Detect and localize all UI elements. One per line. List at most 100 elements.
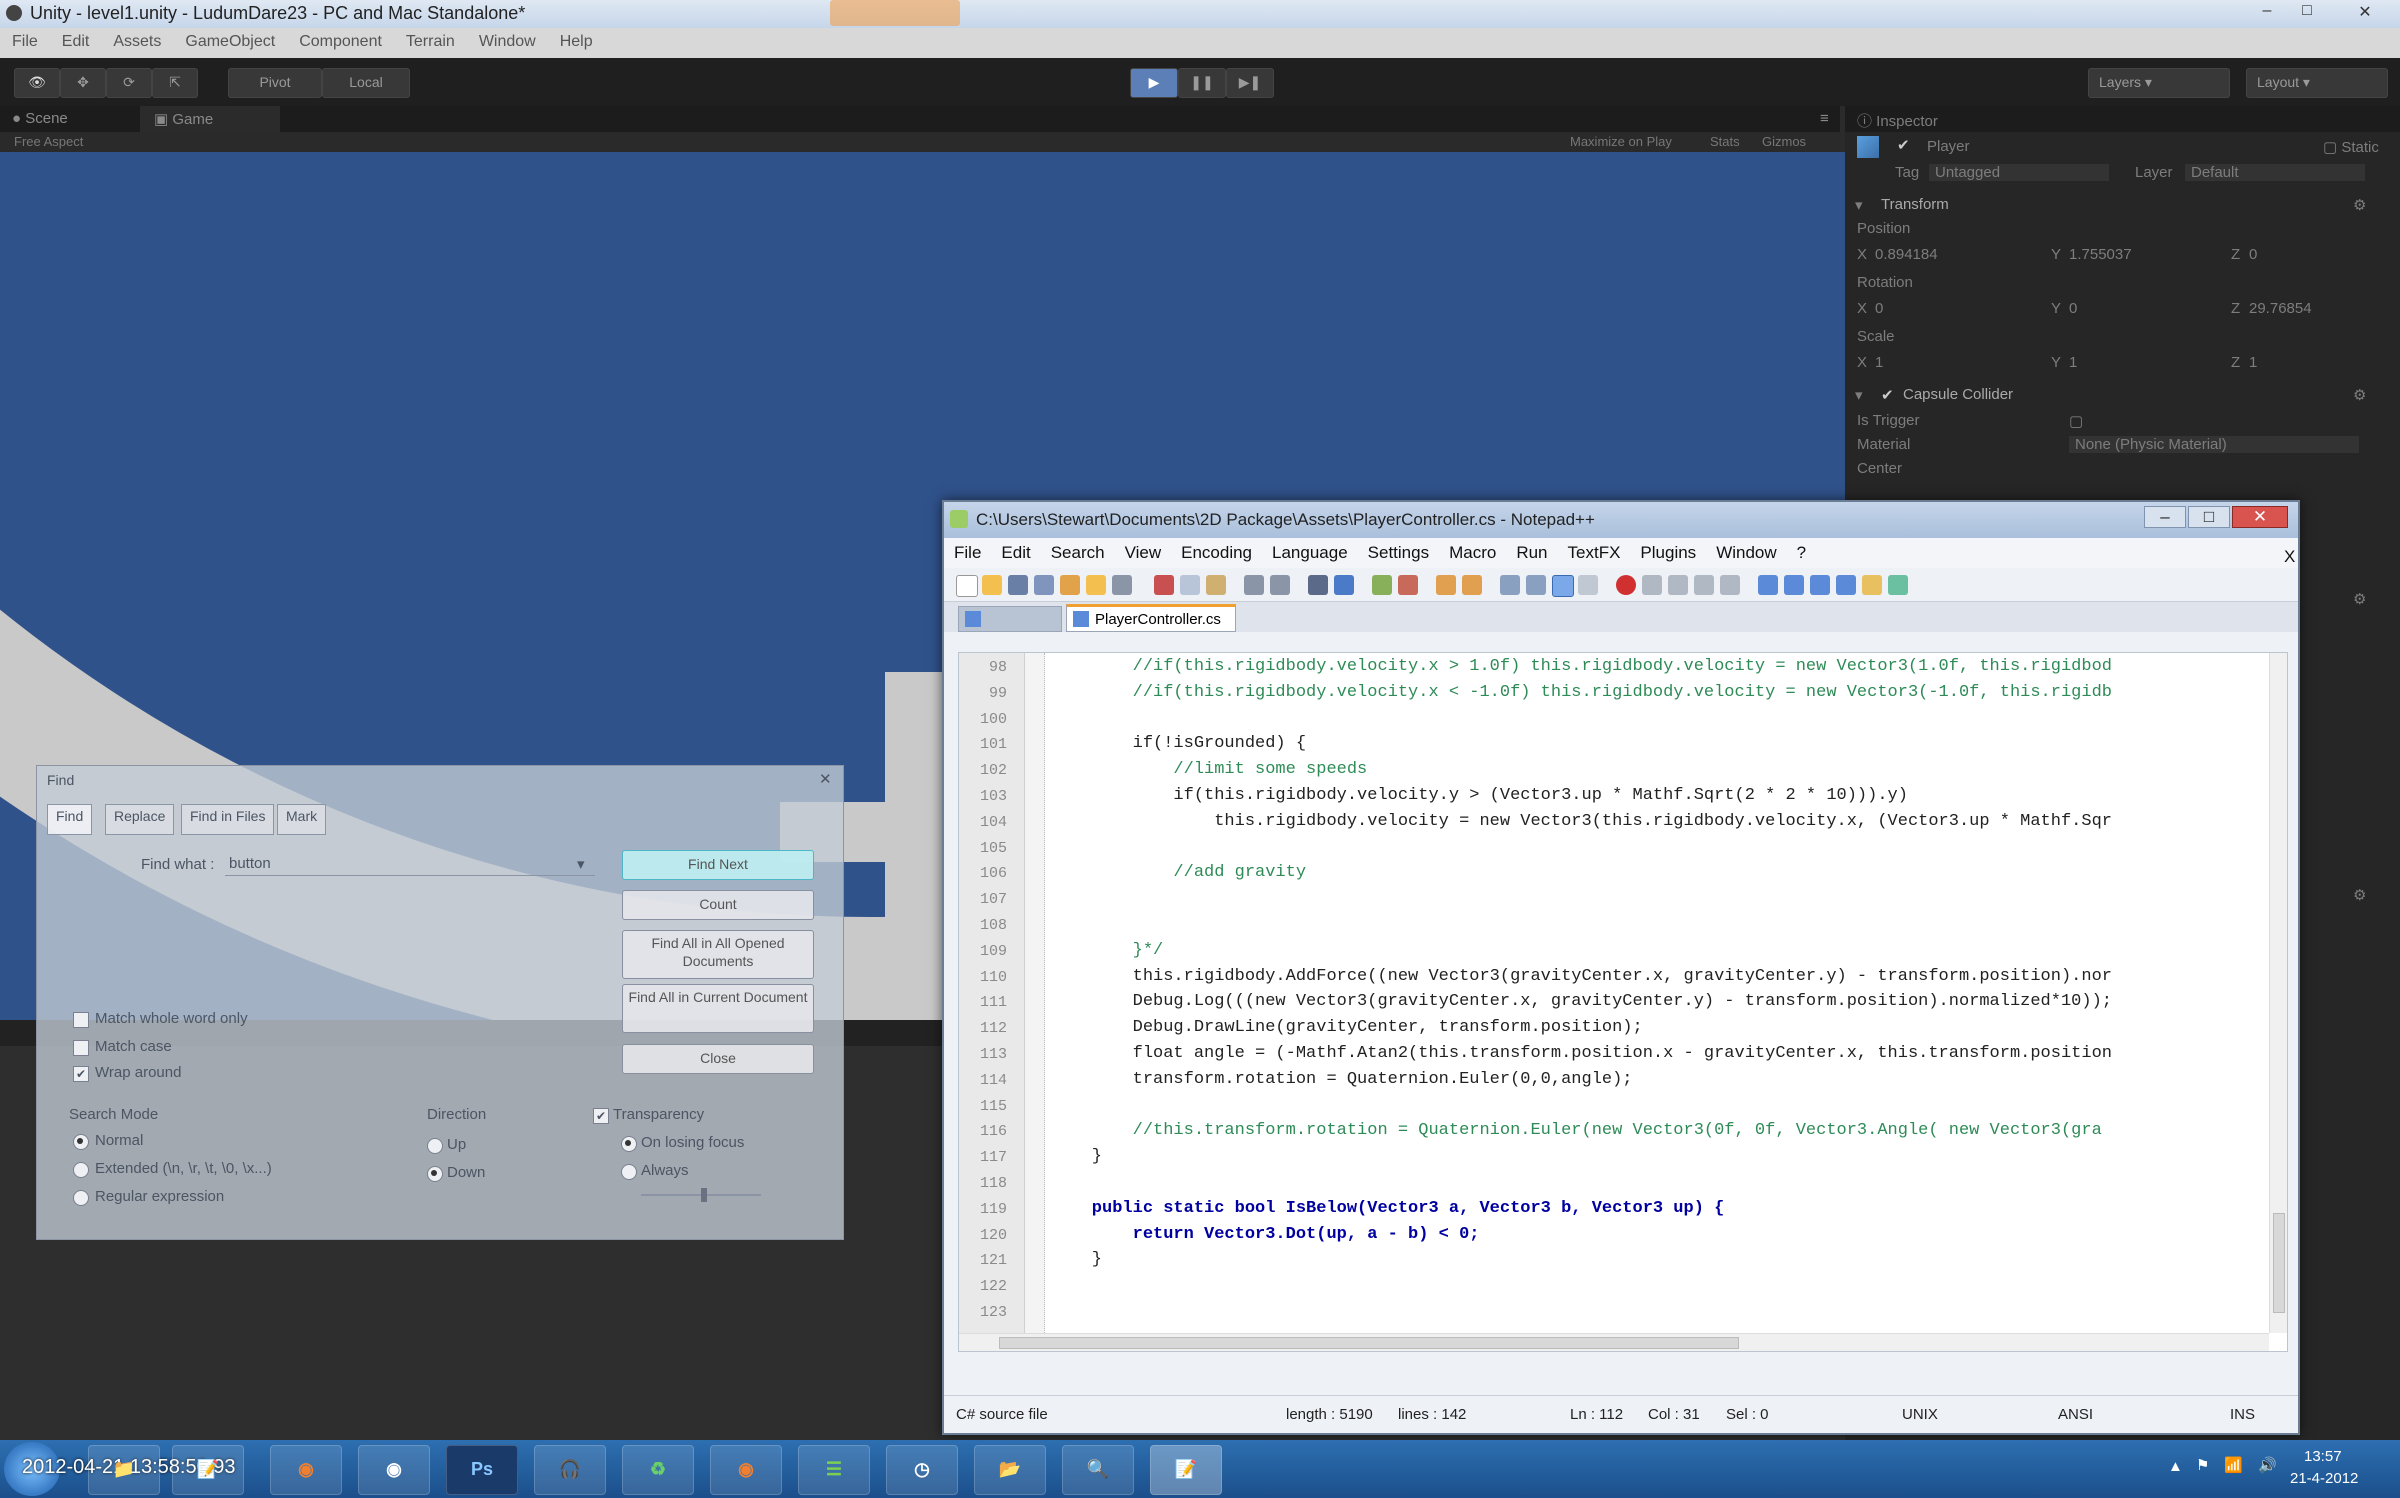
npp-minimize-button[interactable]: – xyxy=(2144,506,2186,528)
blender-icon[interactable]: ◉ xyxy=(270,1445,342,1495)
active-checkbox[interactable]: ✔ xyxy=(1897,136,1910,154)
redo-icon[interactable] xyxy=(1270,575,1290,595)
npp-menu-help[interactable]: ? xyxy=(1787,538,1816,563)
collider-settings-icon[interactable]: ⚙ xyxy=(2353,386,2366,404)
rotate-tool-icon[interactable]: ⟳ xyxy=(106,68,152,98)
show-all-chars-icon[interactable] xyxy=(1526,575,1546,595)
tab-scene[interactable]: ● Scene xyxy=(12,110,68,127)
tag-dropdown[interactable]: Untagged xyxy=(1929,164,2109,181)
play-button[interactable]: ▶ xyxy=(1130,68,1178,98)
maximize-on-play-toggle[interactable]: Maximize on Play xyxy=(1570,134,1672,149)
undo-icon[interactable] xyxy=(1244,575,1264,595)
component-settings-icon[interactable]: ⚙ xyxy=(2353,196,2366,214)
network-icon[interactable]: 🔍 xyxy=(1062,1445,1134,1495)
menu-help[interactable]: Help xyxy=(548,28,605,51)
cut-icon[interactable] xyxy=(1154,575,1174,595)
save-all-icon[interactable] xyxy=(1034,575,1054,595)
down-radio[interactable] xyxy=(427,1166,443,1182)
close-button[interactable]: ✕ xyxy=(2348,2,2382,24)
tab-find-in-files[interactable]: Find in Files xyxy=(181,804,275,835)
component-settings-icon-3[interactable]: ⚙ xyxy=(2353,886,2366,904)
indent-guide-icon[interactable] xyxy=(1552,575,1574,597)
plugin-icon-1[interactable] xyxy=(1758,575,1778,595)
transform-foldout-icon[interactable]: ▾ xyxy=(1855,196,1863,214)
save-icon[interactable] xyxy=(1008,575,1028,595)
extended-radio[interactable] xyxy=(73,1162,89,1178)
vertical-scrollbar[interactable] xyxy=(2269,653,2287,1333)
normal-radio[interactable] xyxy=(73,1134,89,1150)
regex-radio[interactable] xyxy=(73,1190,89,1206)
clock-date[interactable]: 21-4-2012 xyxy=(2290,1470,2358,1487)
npp-menu-plugins[interactable]: Plugins xyxy=(1630,538,1706,563)
npp-menu-textfx[interactable]: TextFX xyxy=(1558,538,1631,563)
npp-close-doc-x[interactable]: X xyxy=(2274,542,2305,567)
rot-x-field[interactable]: 0 xyxy=(1875,300,1883,317)
pos-y-field[interactable]: 1.755037 xyxy=(2069,246,2132,263)
npp-close-button[interactable]: ✕ xyxy=(2232,506,2288,528)
close-file-icon[interactable] xyxy=(1060,575,1080,595)
dropdown-arrow-icon[interactable]: ▾ xyxy=(577,855,585,873)
layer-dropdown[interactable]: Default xyxy=(2185,164,2365,181)
find-icon[interactable] xyxy=(1308,575,1328,595)
record-macro-icon[interactable] xyxy=(1616,575,1636,595)
plugin-icon-3[interactable] xyxy=(1810,575,1830,595)
component-settings-icon-2[interactable]: ⚙ xyxy=(2353,590,2366,608)
menu-window[interactable]: Window xyxy=(467,28,548,51)
up-radio[interactable] xyxy=(427,1138,443,1154)
sync-v-icon[interactable] xyxy=(1436,575,1456,595)
find-all-current-button[interactable]: Find All in Current Document xyxy=(622,984,814,1033)
menu-assets[interactable]: Assets xyxy=(101,28,173,51)
aspect-dropdown[interactable]: Free Aspect xyxy=(14,134,83,149)
pos-x-field[interactable]: 0.894184 xyxy=(1875,246,1938,263)
transparency-slider[interactable] xyxy=(641,1188,761,1202)
material-field[interactable]: None (Physic Material) xyxy=(2069,436,2359,453)
stats-toggle[interactable]: Stats xyxy=(1710,134,1740,149)
clock-app-icon[interactable]: ◷ xyxy=(886,1445,958,1495)
is-trigger-checkbox[interactable]: ▢ xyxy=(2069,412,2083,430)
npp-menu-encoding[interactable]: Encoding xyxy=(1171,538,1262,563)
tray-network-icon[interactable]: 📶 xyxy=(2224,1456,2243,1474)
find-next-button[interactable]: Find Next xyxy=(622,850,814,880)
local-toggle[interactable]: Local xyxy=(322,68,410,98)
object-name-field[interactable]: Player xyxy=(1927,138,1970,155)
paste-icon[interactable] xyxy=(1206,575,1226,595)
spotify-icon[interactable]: ☰ xyxy=(798,1445,870,1495)
npp-menu-file[interactable]: File xyxy=(944,538,991,563)
recycle-icon[interactable]: ♻ xyxy=(622,1445,694,1495)
folder-icon[interactable]: 📂 xyxy=(974,1445,1046,1495)
copy-icon[interactable] xyxy=(1180,575,1200,595)
zoom-in-icon[interactable] xyxy=(1372,575,1392,595)
static-toggle[interactable]: ▢ Static xyxy=(2323,138,2379,156)
npp-menu-window[interactable]: Window xyxy=(1706,538,1786,563)
layout-dropdown[interactable]: Layout ▾ xyxy=(2246,68,2388,98)
menu-component[interactable]: Component xyxy=(287,28,394,51)
scl-z-field[interactable]: 1 xyxy=(2249,354,2257,371)
plugin-icon-4[interactable] xyxy=(1836,575,1856,595)
move-tool-icon[interactable]: ✥ xyxy=(60,68,106,98)
gizmos-toggle[interactable]: Gizmos xyxy=(1762,134,1806,149)
headphones-icon[interactable]: 🎧 xyxy=(534,1445,606,1495)
tab-mark[interactable]: Mark xyxy=(277,804,327,835)
pause-button[interactable]: ❚❚ xyxy=(1178,68,1226,98)
npp-menu-search[interactable]: Search xyxy=(1041,538,1115,563)
scl-x-field[interactable]: 1 xyxy=(1875,354,1883,371)
match-case-checkbox[interactable] xyxy=(73,1040,89,1056)
scale-tool-icon[interactable]: ⇱ xyxy=(152,68,198,98)
menu-file[interactable]: File xyxy=(0,28,50,51)
rot-z-field[interactable]: 29.76854 xyxy=(2249,300,2312,317)
tab-playercontroller[interactable]: PlayerController.cs xyxy=(1066,604,1236,632)
layers-dropdown[interactable]: Layers ▾ xyxy=(2088,68,2230,98)
minimize-button[interactable]: – xyxy=(2250,2,2284,24)
tab-game[interactable]: ▣ Game xyxy=(140,106,280,132)
on-losing-focus-radio[interactable] xyxy=(621,1136,637,1152)
wrap-around-checkbox[interactable]: ✔ xyxy=(73,1066,89,1082)
npp-menu-language[interactable]: Language xyxy=(1262,538,1358,563)
scrollbar-thumb[interactable] xyxy=(2273,1213,2285,1313)
collider-enabled-checkbox[interactable]: ✔ xyxy=(1881,386,1894,404)
plugin-icon-5[interactable] xyxy=(1862,575,1882,595)
tab-inspector[interactable]: ⓘ Inspector xyxy=(1857,110,1938,131)
find-dialog-close-icon[interactable]: ✕ xyxy=(819,770,832,788)
menu-gameobject[interactable]: GameObject xyxy=(173,28,287,51)
npp-maximize-button[interactable]: □ xyxy=(2188,506,2230,528)
maximize-button[interactable]: □ xyxy=(2290,2,2324,24)
